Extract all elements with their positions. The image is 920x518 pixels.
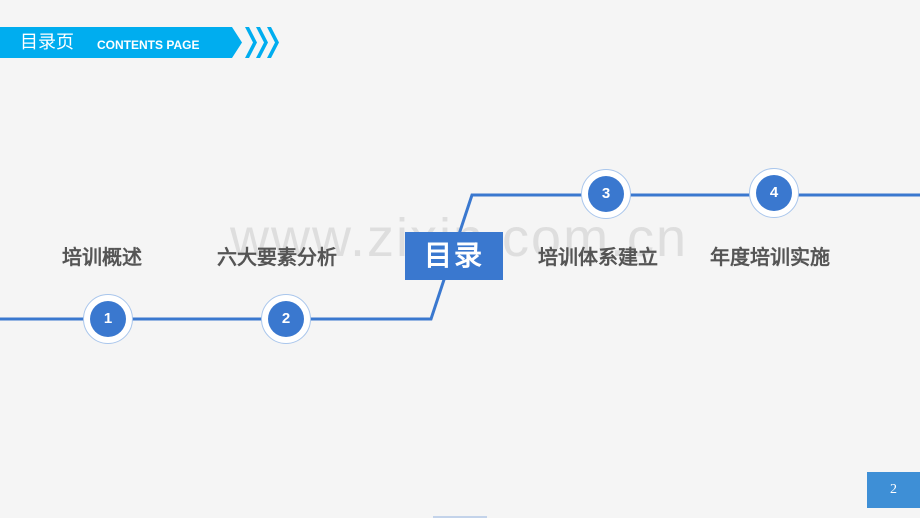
item-node-2[interactable]: 2 [261, 294, 311, 344]
item-label-1[interactable]: 培训概述 [62, 244, 142, 270]
item-number-3: 3 [588, 176, 624, 212]
item-label-3[interactable]: 培训体系建立 [538, 244, 658, 270]
item-number-4: 4 [756, 175, 792, 211]
item-number-1: 1 [90, 301, 126, 337]
item-number-2: 2 [268, 301, 304, 337]
item-node-1[interactable]: 1 [83, 294, 133, 344]
item-label-2[interactable]: 六大要素分析 [217, 244, 337, 270]
item-node-3[interactable]: 3 [581, 169, 631, 219]
item-node-4[interactable]: 4 [749, 168, 799, 218]
contents-title-box: 目录 [405, 232, 503, 280]
page-number: 2 [867, 472, 920, 508]
item-label-4[interactable]: 年度培训实施 [710, 244, 830, 270]
